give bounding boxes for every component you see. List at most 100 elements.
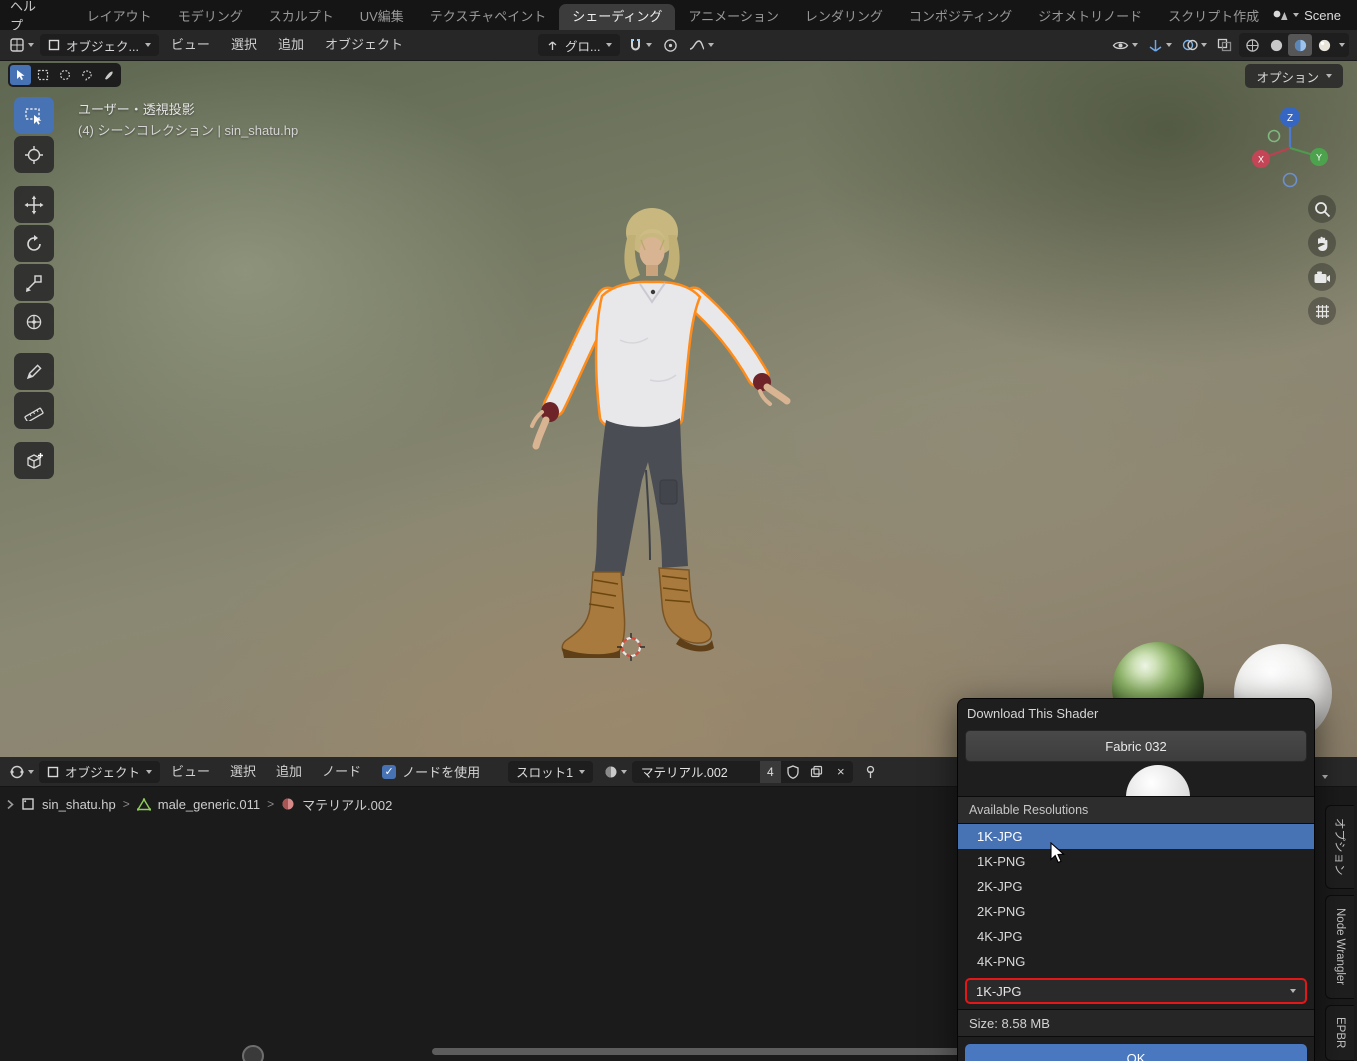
- zoom-button[interactable]: [1308, 195, 1336, 223]
- resolution-dropdown[interactable]: 1K-JPG: [965, 978, 1307, 1004]
- tool-cursor[interactable]: [14, 136, 54, 173]
- chevron-down-icon: [28, 769, 34, 774]
- menu-help[interactable]: ヘルプ: [0, 0, 52, 34]
- breadcrumb-expand-icon[interactable]: [6, 799, 14, 810]
- xray-toggle[interactable]: [1214, 36, 1235, 54]
- chevron-down-icon: [28, 43, 34, 47]
- ok-button[interactable]: OK: [965, 1044, 1307, 1061]
- falloff-dropdown[interactable]: [686, 36, 717, 54]
- blender-window: ヘルプ レイアウト モデリング スカルプト UV編集 テクスチャペイント シェー…: [0, 0, 1357, 1061]
- resolution-option[interactable]: 2K-PNG: [958, 899, 1314, 924]
- workspace-tab[interactable]: UV編集: [347, 4, 417, 30]
- snap-toggle-button[interactable]: [625, 36, 655, 55]
- tool-annotate[interactable]: [14, 353, 54, 390]
- gizmo-y-label: Y: [1316, 153, 1322, 163]
- chevron-down-icon: [1201, 43, 1207, 47]
- select-mode-tweak[interactable]: [10, 65, 31, 85]
- interaction-mode-dropdown[interactable]: オブジェク...: [40, 34, 159, 56]
- duplicate-material-button[interactable]: [804, 760, 829, 783]
- workspace-tab[interactable]: アニメーション: [675, 4, 791, 30]
- unlink-material-button[interactable]: ×: [828, 760, 853, 783]
- tool-options-button[interactable]: オプション: [1245, 64, 1343, 88]
- resolution-option[interactable]: 4K-JPG: [958, 924, 1314, 949]
- fake-user-shield-button[interactable]: [780, 760, 805, 783]
- editor-type-button[interactable]: [6, 35, 37, 55]
- resolution-option[interactable]: 4K-PNG: [958, 949, 1314, 974]
- n-panel-collapse-button[interactable]: [1322, 766, 1328, 784]
- character-model[interactable]: [490, 180, 810, 700]
- breadcrumb-separator: >: [122, 797, 130, 811]
- object-mode-icon: [48, 39, 60, 51]
- scene-selector[interactable]: Scene: [1272, 8, 1357, 23]
- workspace-tab-shading[interactable]: シェーディング: [559, 4, 676, 30]
- resolution-option[interactable]: 1K-PNG: [958, 849, 1314, 874]
- menu-select[interactable]: 選択: [221, 757, 265, 787]
- tool-scale[interactable]: [14, 264, 54, 301]
- chevron-down-icon: [646, 43, 653, 47]
- side-tab-options[interactable]: オプション: [1325, 805, 1354, 889]
- tool-move[interactable]: [14, 186, 54, 223]
- chevron-down-icon: [1132, 43, 1138, 47]
- workspace-tab[interactable]: テクスチャペイント: [417, 4, 559, 30]
- workspace-tab[interactable]: スカルプト: [256, 4, 347, 30]
- tool-measure[interactable]: [14, 392, 54, 429]
- menu-view[interactable]: ビュー: [162, 757, 219, 787]
- material-slot-dropdown[interactable]: スロット1: [508, 760, 594, 783]
- menu-view[interactable]: ビュー: [162, 30, 219, 60]
- menu-add[interactable]: 追加: [269, 30, 313, 60]
- workspace-tab[interactable]: レイアウト: [74, 4, 165, 30]
- select-mode-box[interactable]: [32, 65, 53, 85]
- hand-icon: [1318, 236, 1328, 251]
- pin-button[interactable]: [861, 763, 880, 781]
- workspace-tab[interactable]: スクリプト作成: [1155, 4, 1272, 30]
- navigation-gizmo[interactable]: Z X Y: [1246, 104, 1334, 192]
- breadcrumb-material[interactable]: マテリアル.002: [302, 795, 392, 814]
- tool-add-cube[interactable]: [14, 442, 54, 479]
- material-browse-dropdown[interactable]: [601, 763, 630, 781]
- resolution-option[interactable]: 2K-JPG: [958, 874, 1314, 899]
- workspace-tab[interactable]: コンポジティング: [896, 4, 1025, 30]
- shader-mode-dropdown[interactable]: オブジェクト: [39, 760, 161, 783]
- tool-transform[interactable]: [14, 303, 54, 340]
- tool-select-box[interactable]: [14, 97, 54, 134]
- chevron-down-icon[interactable]: [1339, 43, 1345, 47]
- show-overlays-dropdown[interactable]: [1179, 36, 1210, 54]
- material-user-count[interactable]: 4: [760, 760, 781, 783]
- proportional-edit-button[interactable]: [660, 36, 681, 55]
- object-visibility-dropdown[interactable]: [1109, 37, 1141, 54]
- 3d-cursor: [617, 633, 645, 661]
- material-name-field[interactable]: マテリアル.002: [632, 760, 761, 783]
- camera-view-button[interactable]: [1308, 263, 1336, 291]
- select-mode-circle[interactable]: [54, 65, 75, 85]
- workspace-tab[interactable]: レンダリング: [792, 4, 896, 30]
- workspace-tab[interactable]: モデリング: [165, 4, 256, 30]
- xray-icon: [1217, 38, 1232, 52]
- menu-select[interactable]: 選択: [222, 30, 266, 60]
- editor-type-button[interactable]: [6, 762, 37, 782]
- tool-rotate[interactable]: [14, 225, 54, 262]
- side-tab-epbr[interactable]: EPBR: [1325, 1005, 1354, 1061]
- select-mode-paint[interactable]: [98, 65, 119, 85]
- menu-object[interactable]: オブジェクト: [316, 30, 412, 60]
- viewport-3d[interactable]: オプション ユーザー・透視投影 (4) シーンコレクション | sin_shat…: [0, 61, 1357, 757]
- breadcrumb-object[interactable]: sin_shatu.hp: [42, 797, 116, 812]
- perspective-toggle-button[interactable]: [1308, 297, 1336, 325]
- show-gizmo-dropdown[interactable]: [1145, 36, 1175, 55]
- shading-material-button[interactable]: [1288, 34, 1312, 56]
- shading-wireframe-button[interactable]: [1240, 34, 1264, 56]
- transform-orientation-dropdown[interactable]: グロ...: [538, 34, 621, 56]
- resolution-option[interactable]: 1K-JPG: [958, 824, 1314, 849]
- pan-button[interactable]: [1308, 229, 1336, 257]
- chevron-down-icon: [1293, 13, 1300, 17]
- menu-add[interactable]: 追加: [267, 757, 311, 787]
- menu-node[interactable]: ノード: [313, 757, 370, 787]
- select-mode-lasso[interactable]: [76, 65, 97, 85]
- gizmo-icon: [1149, 39, 1162, 52]
- breadcrumb-mesh[interactable]: male_generic.011: [158, 797, 260, 812]
- workspace-tab[interactable]: ジオメトリノード: [1025, 4, 1155, 30]
- use-nodes-toggle[interactable]: ✓ ノードを使用: [382, 762, 480, 781]
- shader-name-button[interactable]: Fabric 032: [965, 730, 1307, 762]
- shading-rendered-button[interactable]: [1312, 34, 1336, 56]
- shading-solid-button[interactable]: [1264, 34, 1288, 56]
- side-tab-node-wrangler[interactable]: Node Wrangler: [1325, 895, 1354, 999]
